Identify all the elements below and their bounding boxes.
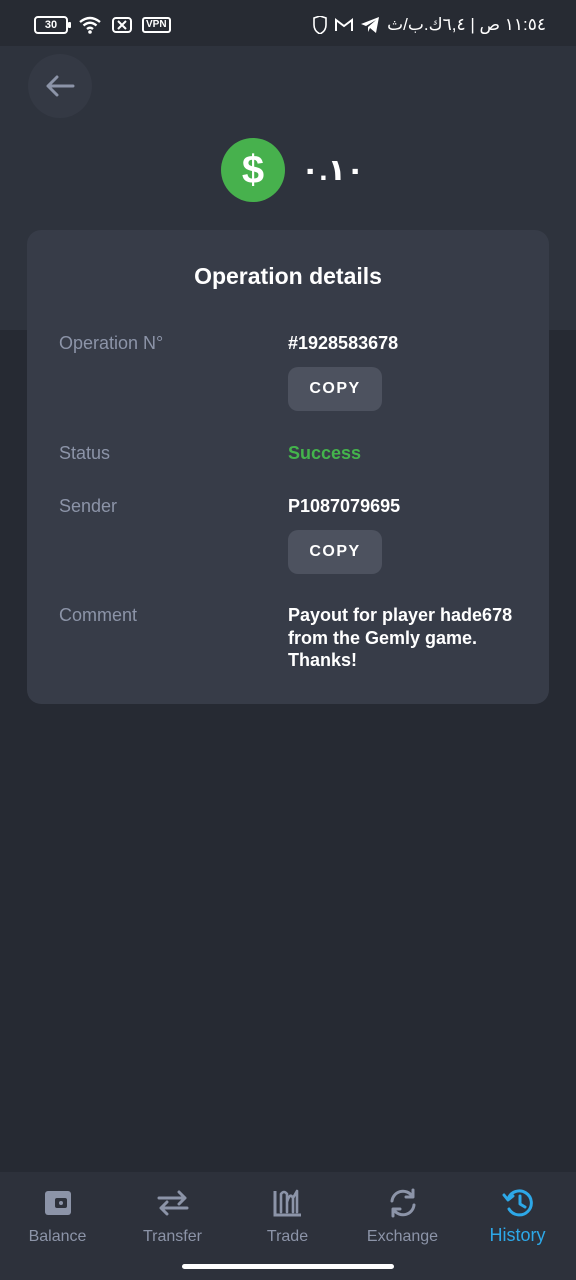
status-label: Status [59,443,111,463]
exchange-icon [386,1186,420,1220]
no-sim-icon [112,17,132,33]
operation-number-label: Operation N° [59,333,164,353]
trade-icon [271,1186,305,1220]
copy-sender-button[interactable]: COPY [288,530,382,574]
arrow-left-icon [46,75,75,97]
sender-value: P1087079695 [288,496,401,516]
nav-transfer[interactable]: Transfer [115,1186,230,1246]
nav-history[interactable]: History [460,1186,575,1246]
battery-icon: 30 [34,16,71,34]
amount-header: $ ٠.١٠ [221,138,364,202]
sender-label: Sender [59,496,118,516]
operation-details-card: Operation details Operation N° #19285836… [27,230,549,704]
nav-label-transfer: Transfer [143,1228,202,1245]
status-bar: 30 VPN ١١:٥٤ ص | ٦,٤ك.ب/ث [0,0,576,46]
nav-label-trade: Trade [266,1228,309,1245]
comment-value: Payout for player hade678 from the Gemly… [288,605,513,670]
wifi-icon [79,16,101,34]
shield-icon [313,16,327,34]
nav-label-exchange: Exchange [366,1228,439,1245]
status-right: ١١:٥٤ ص | ٦,٤ك.ب/ث [313,15,546,35]
back-button[interactable] [28,54,92,118]
nav-trade[interactable]: Trade [230,1186,345,1246]
amount-value: ٠.١٠ [301,153,365,187]
nav-label-history: History [489,1225,546,1245]
status-time: ١١:٥٤ ص | ٦,٤ك.ب/ث [387,15,546,34]
operation-number-value: #1928583678 [288,333,399,353]
nav-exchange[interactable]: Exchange [345,1186,460,1246]
status-left: 30 VPN [34,16,171,34]
home-indicator[interactable] [182,1264,394,1269]
nav-balance[interactable]: Balance [0,1186,115,1246]
gmail-icon [335,18,354,31]
nav-label-balance: Balance [28,1228,87,1245]
history-icon [501,1186,535,1219]
dollar-icon: $ [221,138,285,202]
copy-operation-button[interactable]: COPY [288,367,382,411]
comment-label: Comment [59,605,138,625]
status-value: Success [288,443,362,463]
wallet-icon [41,1186,75,1220]
vpn-badge: VPN [142,17,171,33]
transfer-icon [156,1186,190,1220]
card-title: Operation details [194,263,382,289]
telegram-icon [361,17,380,33]
